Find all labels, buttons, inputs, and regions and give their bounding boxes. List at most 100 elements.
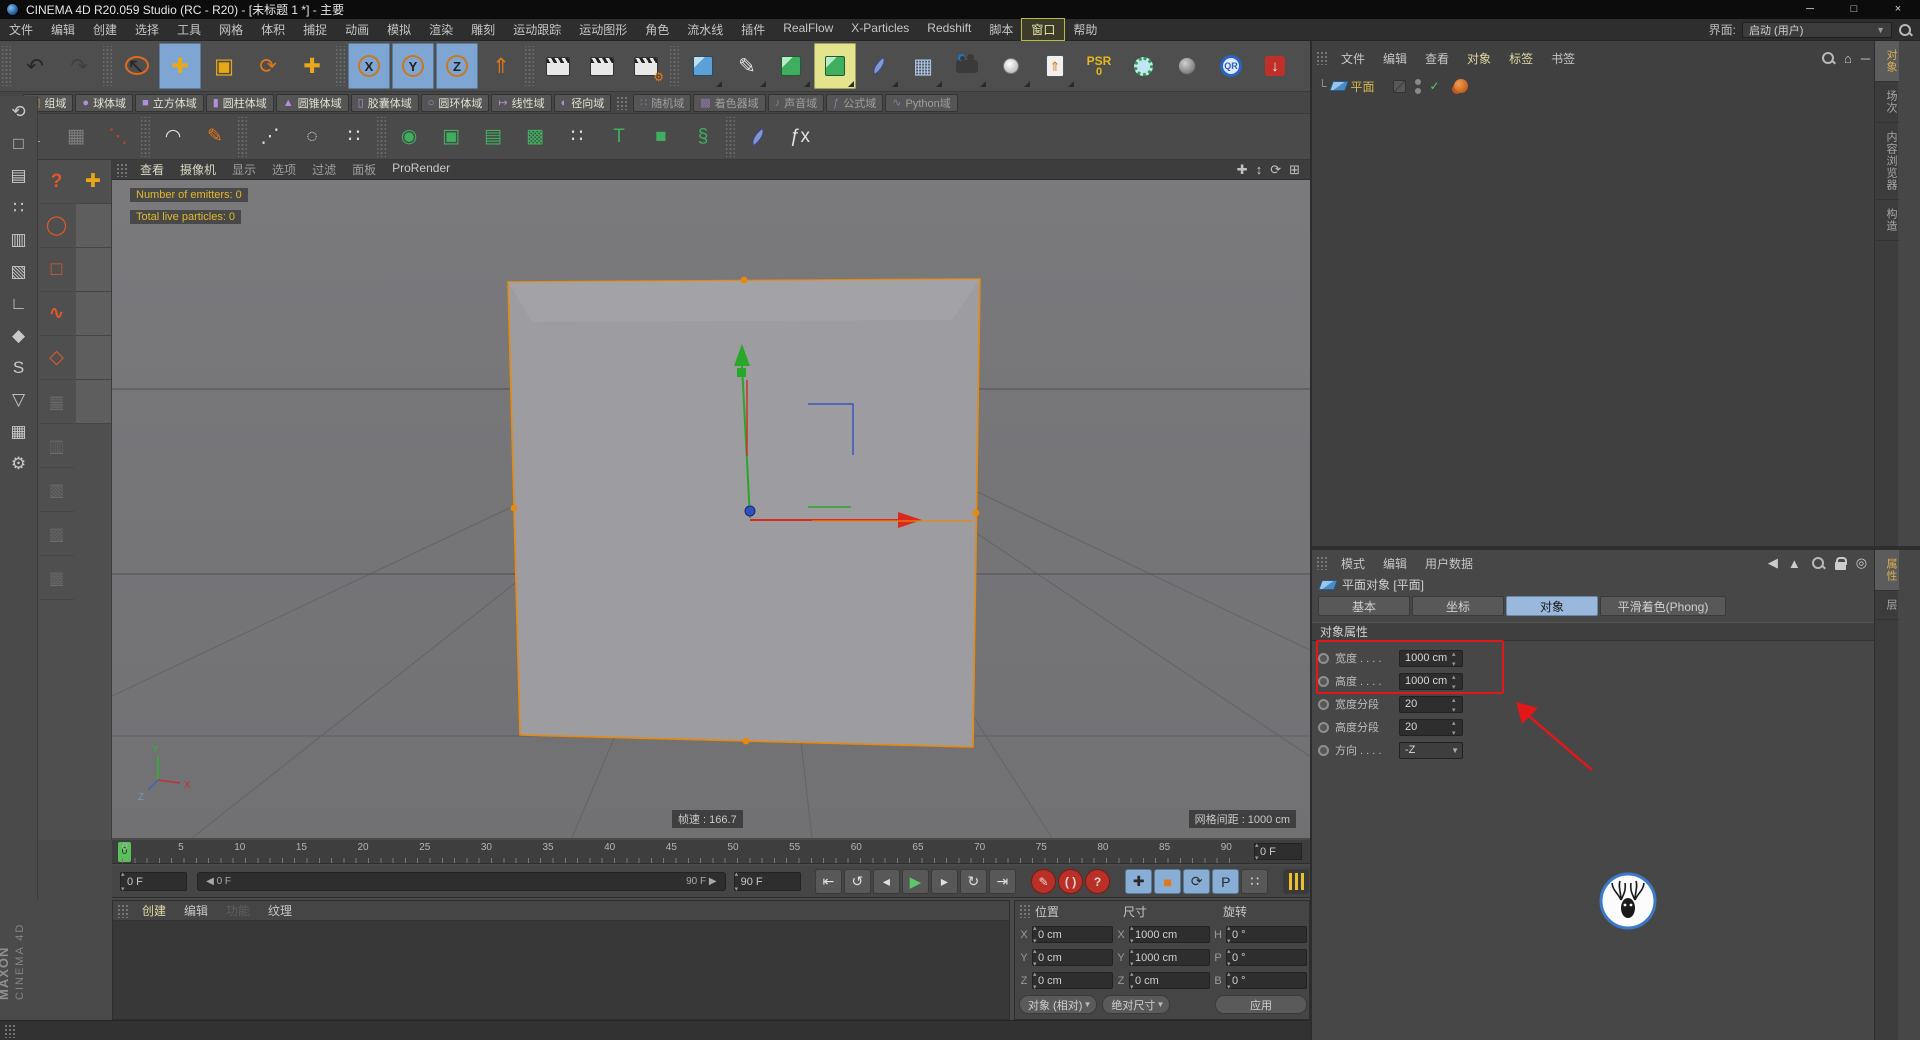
material-menu-item[interactable]: 创建 xyxy=(133,902,175,919)
deformers-button[interactable] xyxy=(858,43,900,89)
record-keyframe-button[interactable]: ✎ xyxy=(1031,869,1056,894)
viewport-menu-handle[interactable] xyxy=(116,163,128,177)
customize-button[interactable]: ⚙ xyxy=(2,448,36,480)
menu-item[interactable]: 插件 xyxy=(732,19,774,40)
keyframe-presets-button[interactable] xyxy=(1283,869,1309,894)
text-tool[interactable]: T xyxy=(599,116,639,158)
field-button[interactable]: ▮ 圆柱体域 xyxy=(206,94,274,112)
x-axis-lock[interactable]: X xyxy=(348,43,390,89)
panel-handle[interactable] xyxy=(117,904,129,918)
next-frame-button[interactable]: ▸ xyxy=(931,869,958,894)
menu-item[interactable]: 渲染 xyxy=(420,19,462,40)
menu-item[interactable]: 选择 xyxy=(126,19,168,40)
am-back-icon[interactable]: ◀ xyxy=(1768,555,1778,571)
viewport-pan-icon[interactable]: ✚ xyxy=(1237,162,1248,178)
rotation-b-field[interactable]: 0 ° xyxy=(1226,972,1307,989)
menu-item[interactable]: 窗口 xyxy=(1022,19,1064,40)
visibility-toggles[interactable] xyxy=(1415,79,1421,94)
frame-range-slider[interactable]: ◀ 0 F 90 F ▶ xyxy=(197,872,726,891)
mesh-cube-tool[interactable]: ▣ xyxy=(431,116,471,158)
rectangle-selection-tool[interactable]: □ xyxy=(39,248,74,292)
size-mode-dropdown[interactable]: 绝对尺寸 ▼ xyxy=(1102,995,1170,1014)
gray-sphere-button[interactable] xyxy=(1166,43,1208,89)
live-selection-tool[interactable]: ↖ xyxy=(115,43,157,89)
key-scale-toggle[interactable]: ■ xyxy=(1154,869,1181,894)
plane-object[interactable] xyxy=(508,279,980,747)
coordinate-system-toggle[interactable]: ⇑ xyxy=(480,43,522,89)
vertex-weight-tool[interactable]: ⋱ xyxy=(98,116,138,158)
command-slot[interactable]: ▤ xyxy=(39,380,74,424)
menu-item[interactable]: 工具 xyxy=(168,19,210,40)
polygon-mode-button[interactable]: ▧ xyxy=(2,256,36,288)
side-tab[interactable]: 构造 xyxy=(1875,200,1899,241)
light-button[interactable] xyxy=(990,43,1032,89)
array-tool[interactable]: ▦ xyxy=(56,116,96,158)
panel-handle[interactable] xyxy=(1316,51,1328,65)
undo-button[interactable]: ↶ xyxy=(14,43,56,89)
move-tool-slot[interactable]: ✚ xyxy=(76,160,111,204)
play-button[interactable]: ▶ xyxy=(902,869,929,894)
sculpt-mode-button[interactable]: S xyxy=(2,352,36,384)
enable-axis-button[interactable]: ∟ xyxy=(2,288,36,320)
am-lock-icon[interactable] xyxy=(1835,557,1846,570)
empty-slot[interactable] xyxy=(76,292,111,336)
menu-item[interactable]: Redshift xyxy=(918,19,980,40)
current-frame-field[interactable]: 0 F xyxy=(120,872,187,891)
subdivision-surface-button[interactable] xyxy=(770,43,812,89)
field-button[interactable]: ∷ 随机域 xyxy=(633,94,691,112)
viewport-menu-item[interactable]: 查看 xyxy=(132,161,172,178)
am-search-icon[interactable] xyxy=(1811,556,1825,570)
editor-visibility-dot[interactable] xyxy=(1415,79,1421,85)
apply-button[interactable]: 应用 xyxy=(1215,995,1307,1014)
menu-item[interactable]: 雕刻 xyxy=(462,19,504,40)
position-y-field[interactable]: 0 cm xyxy=(1032,949,1113,966)
polygon-selection-tool[interactable]: ◇ xyxy=(39,336,74,380)
dot-circle-tool[interactable]: ◌ xyxy=(292,116,332,158)
size-y-field[interactable]: 1000 cm xyxy=(1129,949,1210,966)
size-x-field[interactable]: 1000 cm xyxy=(1129,926,1210,943)
width-segments-field[interactable]: 20 xyxy=(1399,696,1463,713)
field-button[interactable]: ↦ 线性域 xyxy=(491,94,551,112)
minimize-button[interactable]: ─ xyxy=(1788,0,1832,19)
move-tool[interactable]: ✚ xyxy=(159,43,201,89)
point-mode-button[interactable]: ∷ xyxy=(2,192,36,224)
side-tab[interactable]: 层 xyxy=(1875,591,1899,620)
key-parameter-toggle[interactable]: P xyxy=(1212,869,1239,894)
menu-item[interactable]: RealFlow xyxy=(774,19,842,40)
keyframe-selection-button[interactable]: ? xyxy=(1085,869,1110,894)
command-slot[interactable]: ▥ xyxy=(39,424,74,468)
menu-item[interactable]: X-Particles xyxy=(842,19,918,40)
om-collapse-icon[interactable]: ─ xyxy=(1861,51,1870,66)
autokey-button[interactable]: ( ) xyxy=(1058,869,1083,894)
render-settings-button[interactable]: ⚙ xyxy=(625,43,667,89)
add-cube-button[interactable] xyxy=(682,43,724,89)
timeline-ruler[interactable]: 0 051015202530354045505560657075808590 0… xyxy=(112,840,1310,864)
command-slot[interactable]: ▧ xyxy=(39,468,74,512)
position-x-field[interactable]: 0 cm xyxy=(1032,926,1113,943)
menu-item[interactable]: 脚本 xyxy=(980,19,1022,40)
menu-item[interactable]: 体积 xyxy=(252,19,294,40)
field-button[interactable]: ▩ 着色器域 xyxy=(693,94,765,112)
enable-check-icon[interactable]: ✓ xyxy=(1430,79,1440,93)
menu-item[interactable]: 运动图形 xyxy=(570,19,636,40)
ellipse-selection-tool[interactable]: ◯ xyxy=(39,204,74,248)
empty-slot[interactable] xyxy=(76,380,111,424)
om-menu-item[interactable]: 查看 xyxy=(1416,50,1458,67)
timeline-end-field[interactable]: 0 F xyxy=(1254,843,1302,860)
om-search-icon[interactable] xyxy=(1821,51,1835,65)
om-menu-item[interactable]: 文件 xyxy=(1332,50,1374,67)
lasso-selection-tool[interactable]: ∿ xyxy=(39,292,74,336)
field-button[interactable]: ▯ 胶囊体域 xyxy=(351,94,419,112)
object-tree-row[interactable]: └ 平面 ✓ xyxy=(1318,77,1468,95)
panel-handle[interactable] xyxy=(1019,904,1031,918)
material-menu-item[interactable]: 编辑 xyxy=(175,902,217,919)
object-name[interactable]: 平面 xyxy=(1351,78,1383,95)
render-region-button[interactable] xyxy=(581,43,623,89)
rotation-h-field[interactable]: 0 ° xyxy=(1226,926,1307,943)
help-tool[interactable]: ? xyxy=(39,160,74,204)
material-menu-item[interactable]: 功能 xyxy=(217,902,259,919)
menu-item[interactable]: 动画 xyxy=(336,19,378,40)
goto-start-button[interactable]: ⇤ xyxy=(815,869,842,894)
menu-item[interactable]: 流水线 xyxy=(678,19,732,40)
next-key-button[interactable]: ↻ xyxy=(960,869,987,894)
